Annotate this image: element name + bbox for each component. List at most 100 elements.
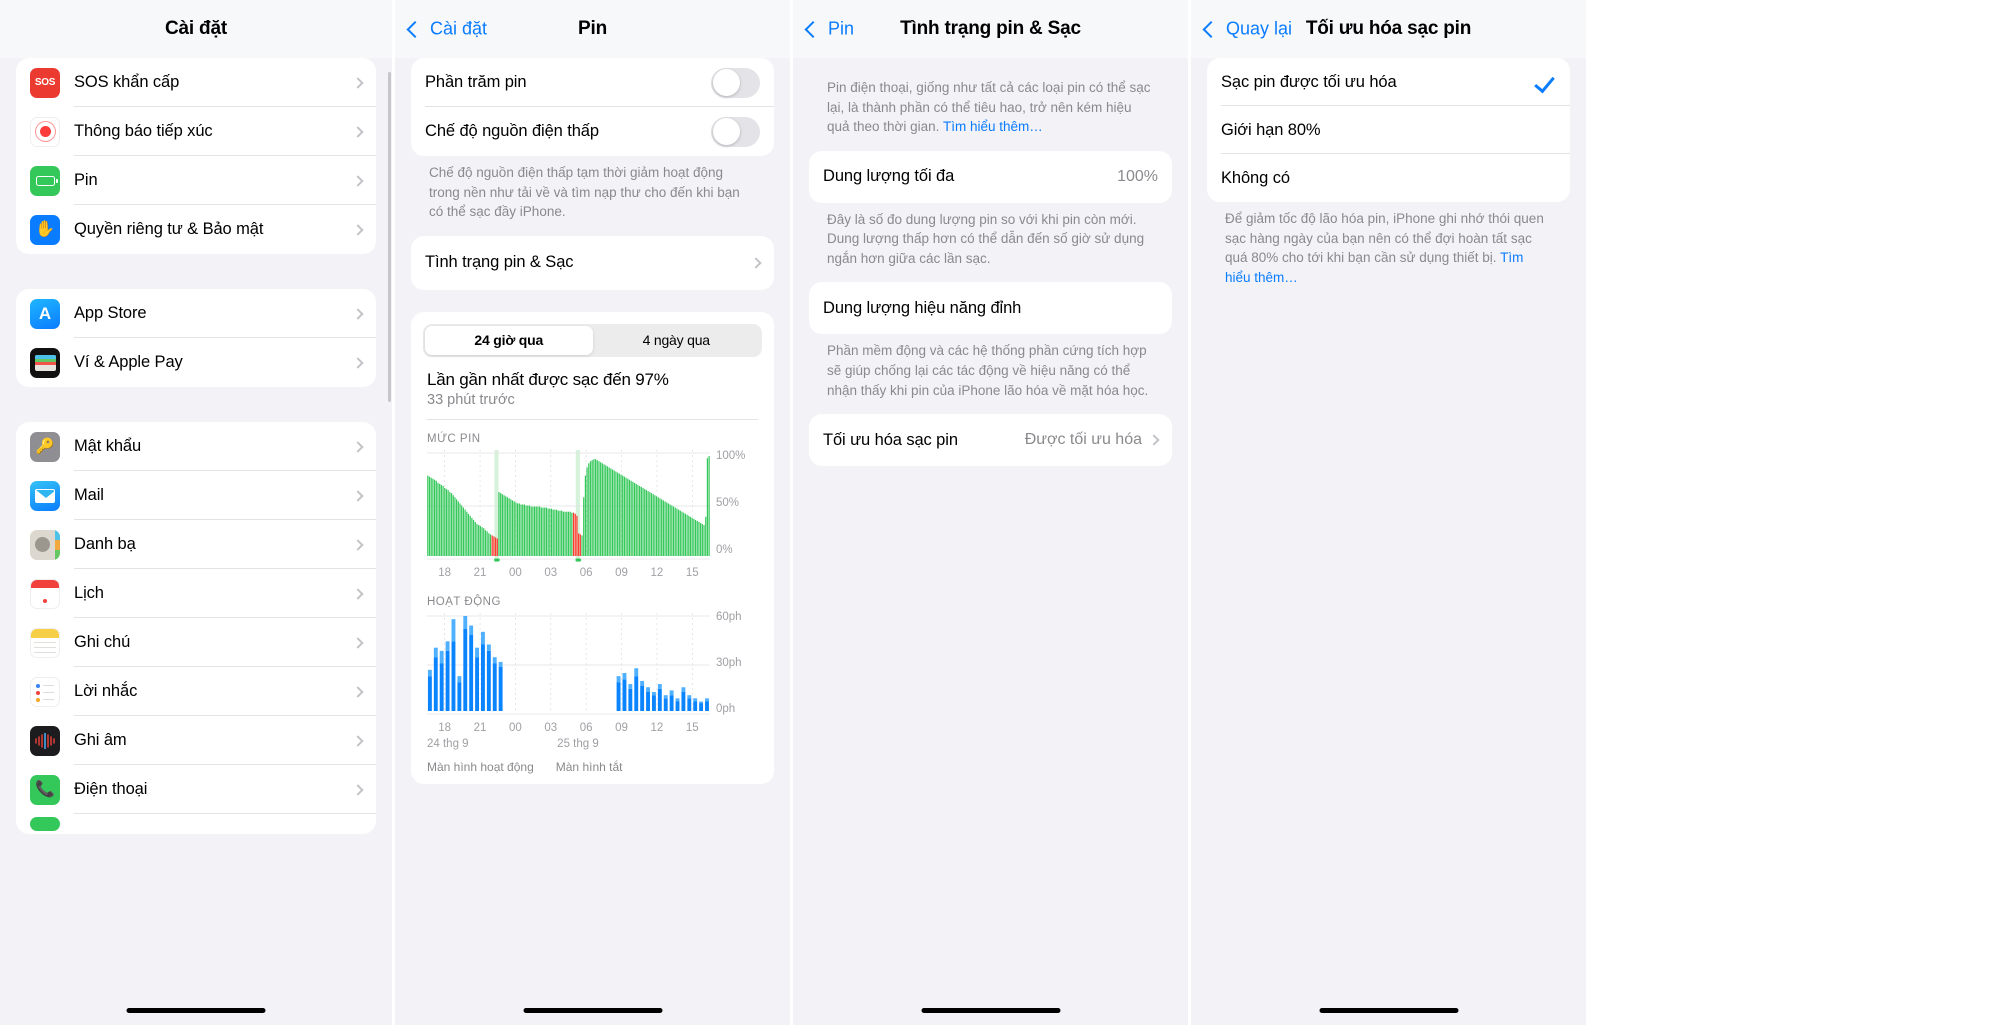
row-battery-percentage[interactable]: Phần trăm pin <box>411 58 774 107</box>
row-optimized-charging[interactable]: Tối ưu hóa sạc pin Được tối ưu hóa <box>809 414 1172 466</box>
reminders-icon <box>30 676 60 707</box>
sidebar-item-exposure[interactable]: Thông báo tiếp xúc <box>16 107 376 156</box>
peak-performance-footnote: Phần mềm động và các hệ thống phần cứng … <box>827 343 1149 398</box>
battery-level-yaxis: 100% 50% 0% <box>710 450 758 562</box>
sidebar-item-reminders[interactable]: Lời nhắc <box>16 667 376 716</box>
messages-icon <box>30 817 60 831</box>
sidebar-item-label: App Store <box>74 304 147 322</box>
page-title: Tối ưu hóa sạc pin <box>1305 18 1472 39</box>
notes-icon <box>30 627 60 658</box>
segment-4d[interactable]: 4 ngày qua <box>593 326 761 355</box>
sidebar-item-privacy[interactable]: ✋ Quyền riêng tư & Bảo mật <box>16 205 376 254</box>
sidebar-item-app-store[interactable]: A App Store <box>16 289 376 338</box>
row-battery-health[interactable]: Tình trạng pin & Sạc <box>411 236 774 290</box>
row-label: Chế độ nguồn điện thấp <box>425 122 599 140</box>
sidebar-item-passwords[interactable]: 🔑 Mật khẩu <box>16 422 376 471</box>
sidebar-item-phone[interactable]: 📞 Điện thoại <box>16 765 376 814</box>
screenshot-root: Cài đặt SOS SOS khẩn cấp Thông báo tiếp … <box>0 0 2000 1025</box>
battery-health-group: Tình trạng pin & Sạc <box>411 235 774 290</box>
activity-xaxis: 18 21 00 03 06 09 12 15 <box>427 722 710 738</box>
low-power-mode-toggle[interactable] <box>711 116 760 147</box>
row-max-capacity[interactable]: Dung lượng tối đa 100% <box>809 151 1172 203</box>
row-label: Tình trạng pin & Sạc <box>425 253 574 272</box>
chevron-right-icon <box>750 257 762 269</box>
group-gap <box>16 400 376 422</box>
low-power-footnote: Chế độ nguồn điện thấp tạm thời giảm hoạ… <box>429 165 740 220</box>
ytick: 60ph <box>716 610 742 623</box>
screen-settings: Cài đặt SOS SOS khẩn cấp Thông báo tiếp … <box>0 0 392 1025</box>
chevron-right-icon <box>352 685 364 698</box>
row-peak-performance[interactable]: Dung lượng hiệu năng đỉnh <box>809 282 1172 334</box>
sidebar-item-label: Pin <box>74 171 98 189</box>
back-label: Cài đặt <box>430 18 488 39</box>
sidebar-item-voice-memos[interactable]: Ghi âm <box>16 716 376 765</box>
row-low-power-mode[interactable]: Chế độ nguồn điện thấp <box>411 107 774 156</box>
xtick: 03 <box>544 721 558 734</box>
last-charge-title: Lần gần nhất được sạc đến 97% <box>427 369 669 389</box>
optimized-navbar: Quay lại Tối ưu hóa sạc pin <box>1191 0 1586 58</box>
sidebar-item-label: Lời nhắc <box>74 682 138 700</box>
chevron-right-icon <box>352 636 364 649</box>
ytick: 0ph <box>716 702 736 715</box>
sidebar-item-label: Quyền riêng tư & Bảo mật <box>74 220 264 238</box>
segment-24h[interactable]: 24 giờ qua <box>425 325 593 355</box>
sidebar-item-mail[interactable]: Mail <box>16 471 376 520</box>
sidebar-item-label: Điện thoại <box>74 780 148 798</box>
peak-performance-group: Dung lượng hiệu năng đỉnh <box>809 282 1172 335</box>
sidebar-item-contacts[interactable]: Danh bạ <box>16 520 376 569</box>
optimized-value: Được tối ưu hóa <box>1024 431 1142 449</box>
sidebar-item-wallet[interactable]: Ví & Apple Pay <box>16 338 376 387</box>
chevron-right-icon <box>352 783 364 796</box>
sidebar-item-label: SOS khẩn cấp <box>74 73 180 91</box>
sidebar-item-calendar[interactable]: Lịch <box>16 569 376 618</box>
sidebar-item-label: Lịch <box>74 584 104 602</box>
sidebar-item-label: Mail <box>74 486 104 504</box>
chevron-right-icon <box>352 489 364 502</box>
sidebar-item-label: Ghi chú <box>74 633 131 651</box>
screen-optimized-charging: Quay lại Tối ưu hóa sạc pin Sạc pin được… <box>1188 0 1586 1025</box>
chevron-left-icon <box>406 20 424 38</box>
phone-icon: 📞 <box>30 774 60 805</box>
group-gap <box>16 267 376 289</box>
activity-plot <box>427 612 710 717</box>
sidebar-item-partial[interactable] <box>16 814 376 834</box>
last-charge-sub: 33 phút trước <box>427 391 515 408</box>
battery-level-chart: 100% 50% 0% 18 21 00 03 06 09 12 15 <box>411 449 774 583</box>
battery-percentage-toggle[interactable] <box>711 67 760 98</box>
time-range-segmented[interactable]: 24 giờ qua 4 ngày qua <box>423 323 762 357</box>
back-button[interactable]: Quay lại <box>1202 19 1292 40</box>
battery-navbar: Cài đặt Pin <box>395 0 790 58</box>
voice-memos-icon <box>30 725 60 756</box>
xtick: 18 <box>438 566 452 579</box>
xtick: 12 <box>650 566 664 579</box>
battery-level-svg <box>427 449 710 562</box>
sidebar-item-label: Ví & Apple Pay <box>74 353 183 371</box>
xtick: 12 <box>650 721 664 734</box>
sidebar-item-label: Ghi âm <box>74 731 127 749</box>
ytick: 0% <box>716 543 733 556</box>
waveform-glyph <box>35 732 55 749</box>
sidebar-item-battery[interactable]: Pin <box>16 156 376 205</box>
back-button[interactable]: Cài đặt <box>406 18 488 40</box>
ytick: 50% <box>716 496 740 509</box>
sidebar-item-notes[interactable]: Ghi chú <box>16 618 376 667</box>
sidebar-item-sos[interactable]: SOS SOS khẩn cấp <box>16 58 376 107</box>
xtick: 03 <box>544 566 558 579</box>
battery-usage-card: 24 giờ qua 4 ngày qua Lần gần nhất được … <box>411 311 774 784</box>
battery-level-chart-label: MỨC PIN <box>427 432 481 445</box>
xtick: 06 <box>579 721 593 734</box>
scrollbar[interactable] <box>388 72 391 402</box>
option-80-limit[interactable]: Giới hạn 80% <box>1207 106 1570 154</box>
option-optimized[interactable]: Sạc pin được tối ưu hóa <box>1207 58 1570 106</box>
xtick: 00 <box>509 566 522 579</box>
back-button[interactable]: Pin <box>804 19 854 40</box>
row-label: Dung lượng hiệu năng đỉnh <box>823 298 1022 317</box>
learn-more-link[interactable]: Tìm hiểu thêm… <box>943 119 1043 134</box>
chevron-right-icon <box>352 125 364 138</box>
battery-health-content: Pin điện thoại, giống như tất cả các loạ… <box>793 58 1188 467</box>
battery-health-navbar: Pin Tình trạng pin & Sạc <box>793 0 1188 58</box>
option-none[interactable]: Không có <box>1207 154 1570 202</box>
sos-icon: SOS <box>30 67 60 98</box>
option-label: Không có <box>1221 168 1290 187</box>
privacy-hand-icon: ✋ <box>30 214 60 245</box>
